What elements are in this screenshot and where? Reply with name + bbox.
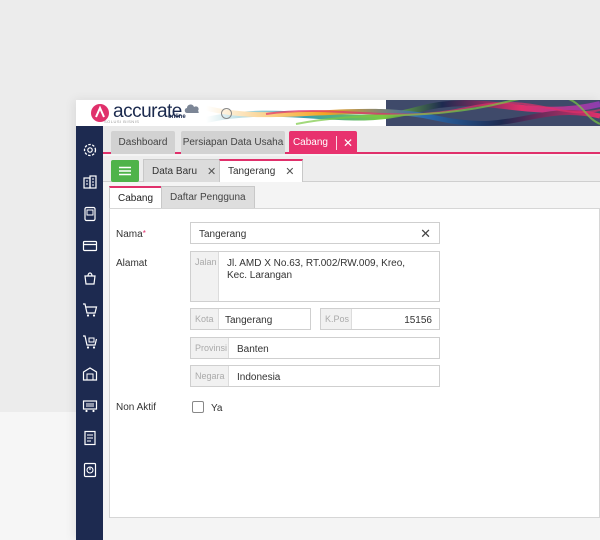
tab-cabang-label: Cabang [292,137,328,148]
tab-tangerang[interactable]: Tangerang ✕ [219,159,304,182]
tab-cabang[interactable]: Cabang ✕ [289,131,357,154]
main-tab-bar: Dashboard Persiapan Data Usaha Cabang ✕ [103,126,600,154]
tab-persiapan-data-usaha[interactable]: Persiapan Data Usaha [181,131,285,154]
kpos-input[interactable]: K.Pos 15156 [320,308,440,330]
provinsi-input[interactable]: Provinsi Banten [190,337,440,359]
close-icon[interactable]: ✕ [285,165,294,178]
tab-data-baru-label: Data Baru [152,165,198,177]
jalan-line2: Kec. Larangan [227,270,293,281]
kota-prefix: Kota [191,309,219,329]
close-icon[interactable]: ✕ [207,165,216,178]
jalan-input[interactable]: Jalan Jl. AMD X No.63, RT.002/RW.009, Kr… [190,251,440,302]
negara-prefix: Negara [191,366,229,386]
cart-box-icon[interactable] [82,334,98,350]
gear-icon[interactable] [82,142,98,158]
sidebar [76,126,103,540]
nama-value: Tangerang [199,229,247,240]
hamburger-icon [119,166,131,176]
warehouse-icon[interactable] [82,366,98,382]
report-icon[interactable] [82,462,98,478]
logo-online-label: online [168,114,186,120]
tab-separator [335,135,337,150]
document-icon[interactable] [82,430,98,446]
tab-tangerang-label: Tangerang [228,166,276,177]
jalan-line1: Jl. AMD X No.63, RT.002/RW.009, Kreo, [227,258,406,269]
top-bar: accurate SOLUSI BISNIS online [76,100,600,126]
non-aktif-label: Non Aktif [116,402,157,413]
cloud-icon [184,104,199,113]
card-icon[interactable] [82,238,98,254]
cart-icon[interactable] [82,302,98,318]
tab-dashboard[interactable]: Dashboard [111,131,175,154]
provinsi-value: Banten [237,344,269,355]
sub-tab-bar: Data Baru ✕ Tangerang ✕ [103,156,600,182]
nama-label: Nama* [116,229,146,240]
nama-input[interactable]: Tangerang ✕ [190,222,440,244]
kota-input[interactable]: Kota Tangerang [190,308,311,330]
menu-button[interactable] [111,160,139,182]
kpos-value: 15156 [404,315,432,326]
form-panel: Nama* Tangerang ✕ Alamat Jalan Jl. AMD X… [109,208,600,518]
logo-subtitle: SOLUSI BISNIS [104,119,140,124]
tab-cabang-detail[interactable]: Cabang [109,186,163,208]
building-icon[interactable] [82,174,98,190]
bag-icon[interactable] [82,270,98,286]
tab-dashboard-label: Dashboard [118,137,168,148]
tab-daftar-pengguna-label: Daftar Pengguna [170,192,246,203]
jalan-prefix: Jalan [191,252,219,301]
decorative-wave [206,100,600,126]
required-marker: * [142,229,146,238]
inner-tab-bar: Cabang Daftar Pengguna [103,182,600,208]
close-icon[interactable]: ✕ [343,136,353,150]
alamat-label: Alamat [116,258,148,269]
phone-icon[interactable] [82,206,98,222]
tab-daftar-pengguna[interactable]: Daftar Pengguna [161,186,255,208]
app-window: accurate SOLUSI BISNIS online Dashboard … [76,100,600,540]
clear-icon[interactable]: ✕ [420,226,431,242]
tab-cabang-detail-label: Cabang [118,192,154,204]
circle-icon[interactable] [221,108,232,119]
kpos-prefix: K.Pos [321,309,352,329]
truck-icon[interactable] [82,398,98,414]
tab-data-baru[interactable]: Data Baru ✕ [143,159,226,182]
kota-value: Tangerang [225,315,273,326]
tab-persiapan-label: Persiapan Data Usaha [182,137,284,148]
provinsi-prefix: Provinsi [191,338,229,358]
non-aktif-option-label: Ya [211,403,223,414]
negara-value: Indonesia [237,372,281,383]
negara-input[interactable]: Negara Indonesia [190,365,440,387]
non-aktif-checkbox[interactable] [192,401,204,413]
